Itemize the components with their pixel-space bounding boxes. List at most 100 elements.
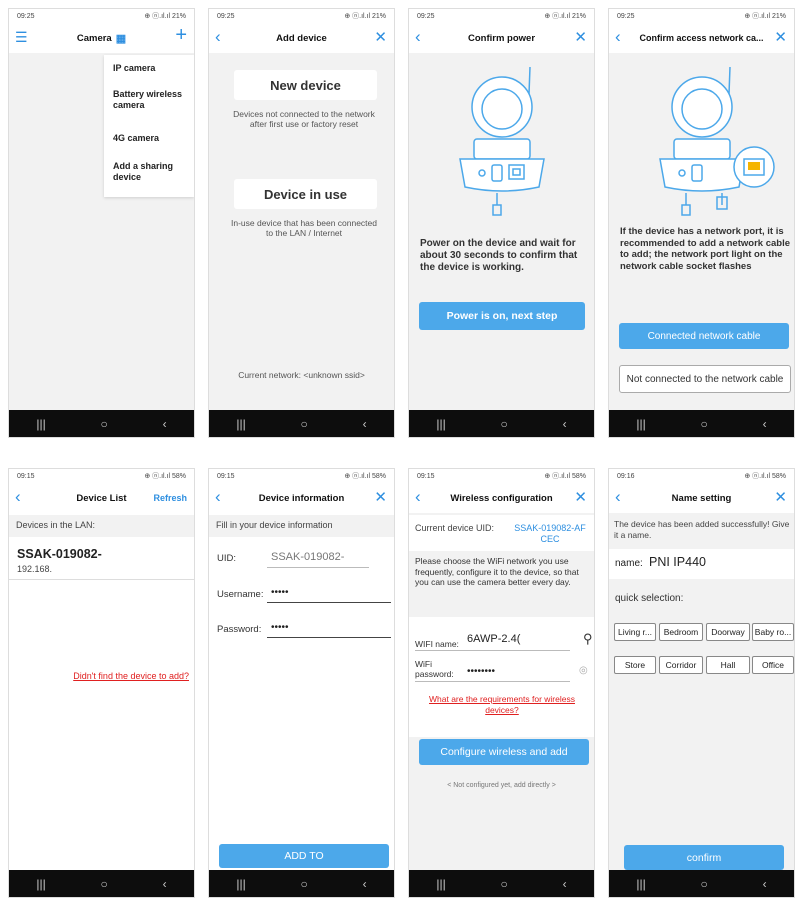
screen-confirm-network-cable: 09:25 ⊕ ⓝ.ıl.ıl 21% ‹ Confirm access netw… xyxy=(608,8,795,438)
menu-item-battery-camera[interactable]: Battery wireless camera xyxy=(113,89,191,111)
back-chevron-icon[interactable]: ‹ xyxy=(215,487,221,507)
confirm-button[interactable]: confirm xyxy=(624,845,784,870)
wifi-password-underline xyxy=(415,681,570,682)
close-icon[interactable]: ✕ xyxy=(774,488,787,508)
recent-apps-button[interactable]: ||| xyxy=(36,877,45,891)
recent-apps-button[interactable]: ||| xyxy=(636,417,645,431)
recent-apps-button[interactable]: ||| xyxy=(236,877,245,891)
quick-chip[interactable]: Office xyxy=(752,656,794,674)
recent-apps-button[interactable]: ||| xyxy=(436,417,445,431)
status-time: 09:25 xyxy=(17,12,35,20)
username-field[interactable]: ••••• xyxy=(271,587,371,598)
quick-chip[interactable]: Corridor xyxy=(659,656,703,674)
grid-view-icon[interactable]: ▦ xyxy=(116,32,126,45)
back-button[interactable]: ‹ xyxy=(363,417,367,431)
quick-chip[interactable]: Baby ro... xyxy=(752,623,794,641)
recent-apps-button[interactable]: ||| xyxy=(236,417,245,431)
power-instruction: Power on the device and wait for about 3… xyxy=(420,238,578,273)
back-chevron-icon[interactable]: ‹ xyxy=(615,487,621,507)
confirm-label: confirm xyxy=(686,851,722,864)
status-icons: ⊕ ⓝ.ıl.ıl 58% xyxy=(544,473,586,480)
menu-item-4g-camera[interactable]: 4G camera xyxy=(113,133,191,143)
status-icons: ⊕ ⓝ.ıl.ıl 58% xyxy=(744,473,786,480)
status-bar: 09:25 ⊕ ⓝ.ıl.ıl 21% xyxy=(209,9,394,23)
back-chevron-icon[interactable]: ‹ xyxy=(615,27,621,47)
close-icon[interactable]: ✕ xyxy=(374,28,387,48)
close-icon[interactable]: ✕ xyxy=(774,28,787,48)
header: ‹ Wireless configuration ✕ xyxy=(409,483,594,513)
home-button[interactable]: ○ xyxy=(301,417,308,431)
quick-chip[interactable]: Hall xyxy=(706,656,750,674)
back-button[interactable]: ‹ xyxy=(763,417,767,431)
home-button[interactable]: ○ xyxy=(101,877,108,891)
system-navbar: ||| ○ ‹ xyxy=(409,410,594,437)
close-icon[interactable]: ✕ xyxy=(574,488,587,508)
configure-wireless-button[interactable]: Configure wireless and add xyxy=(419,739,589,765)
eye-hidden-icon[interactable]: ◎ xyxy=(579,665,588,676)
back-chevron-icon[interactable]: ‹ xyxy=(415,487,421,507)
home-button[interactable]: ○ xyxy=(701,417,708,431)
system-navbar: ||| ○ ‹ xyxy=(209,870,394,897)
name-row: name: PNI IP440 xyxy=(609,549,794,579)
home-button[interactable]: ○ xyxy=(501,877,508,891)
system-navbar: ||| ○ ‹ xyxy=(609,870,794,897)
home-button[interactable]: ○ xyxy=(301,877,308,891)
power-on-next-button[interactable]: Power is on, next step xyxy=(419,302,585,330)
camera-network-illustration xyxy=(659,66,775,216)
current-network-text: Current network: <unknown ssid> xyxy=(238,370,365,380)
recent-apps-button[interactable]: ||| xyxy=(636,877,645,891)
back-chevron-icon[interactable]: ‹ xyxy=(215,27,221,47)
quick-chip[interactable]: Doorway xyxy=(706,623,750,641)
page-title: Name setting xyxy=(671,492,732,504)
back-chevron-icon[interactable]: ‹ xyxy=(15,487,21,507)
recent-apps-button[interactable]: ||| xyxy=(436,877,445,891)
lan-section-label: Devices in the LAN: xyxy=(16,520,96,530)
uid-underline xyxy=(267,567,369,568)
wifi-search-icon[interactable]: ⚲ xyxy=(583,631,593,647)
back-button[interactable]: ‹ xyxy=(563,877,567,891)
password-field[interactable]: ••••• xyxy=(271,622,371,633)
menu-item-ip-camera[interactable]: IP camera xyxy=(113,63,191,73)
back-button[interactable]: ‹ xyxy=(763,877,767,891)
status-bar: 09:25 ⊕ ⓝ.ıl.ıl 21% xyxy=(9,9,194,23)
back-button[interactable]: ‹ xyxy=(363,877,367,891)
connected-cable-button[interactable]: Connected network cable xyxy=(619,323,789,349)
wireless-requirements-link[interactable]: What are the requirements for wireless d… xyxy=(417,694,587,715)
not-connected-cable-label: Not connected to the network cable xyxy=(626,373,784,385)
status-bar: 09:15 ⊕ ⓝ.ıl.ıl 58% xyxy=(209,469,394,483)
device-name: SSAK-019082- xyxy=(17,547,102,561)
quick-chip[interactable]: Store xyxy=(614,656,656,674)
home-button[interactable]: ○ xyxy=(701,877,708,891)
back-button[interactable]: ‹ xyxy=(163,417,167,431)
header: ‹ Add device ✕ xyxy=(209,23,394,53)
close-icon[interactable]: ✕ xyxy=(574,28,587,48)
name-input[interactable]: PNI IP440 xyxy=(649,555,706,569)
add-directly-link[interactable]: < Not configured yet, add directly > xyxy=(409,782,594,789)
recent-apps-button[interactable]: ||| xyxy=(36,417,45,431)
add-to-button[interactable]: ADD TO xyxy=(219,844,389,868)
refresh-link[interactable]: Refresh xyxy=(153,492,187,504)
not-connected-cable-button[interactable]: Not connected to the network cable xyxy=(619,365,791,393)
add-icon[interactable]: + xyxy=(175,25,187,45)
menu-item-sharing-device[interactable]: Add a sharing device xyxy=(113,161,191,183)
back-button[interactable]: ‹ xyxy=(163,877,167,891)
wifi-name-field[interactable]: 6AWP-2.4( xyxy=(467,633,562,645)
status-icons: ⊕ ⓝ.ıl.ıl 21% xyxy=(544,13,586,20)
device-in-use-button[interactable]: Device in use xyxy=(234,179,377,209)
new-device-description: Devices not connected to the network aft… xyxy=(233,109,375,129)
wifi-password-field[interactable]: •••••••• xyxy=(467,666,562,677)
hamburger-menu-icon[interactable]: ☰ xyxy=(15,27,28,47)
quick-chip[interactable]: Living r... xyxy=(614,623,656,641)
home-button[interactable]: ○ xyxy=(501,417,508,431)
back-button[interactable]: ‹ xyxy=(563,417,567,431)
configure-wireless-label: Configure wireless and add xyxy=(440,746,568,758)
home-button[interactable]: ○ xyxy=(101,417,108,431)
new-device-button[interactable]: New device xyxy=(234,70,377,100)
device-list-item[interactable]: SSAK-019082- 192.168. xyxy=(9,541,194,580)
header: ‹ Device information ✕ xyxy=(209,483,394,513)
device-not-found-link[interactable]: Didn't find the device to add? xyxy=(73,671,189,681)
back-chevron-icon[interactable]: ‹ xyxy=(415,27,421,47)
close-icon[interactable]: ✕ xyxy=(374,488,387,508)
uid-field[interactable]: SSAK-019082- xyxy=(271,551,371,563)
quick-chip[interactable]: Bedroom xyxy=(659,623,703,641)
